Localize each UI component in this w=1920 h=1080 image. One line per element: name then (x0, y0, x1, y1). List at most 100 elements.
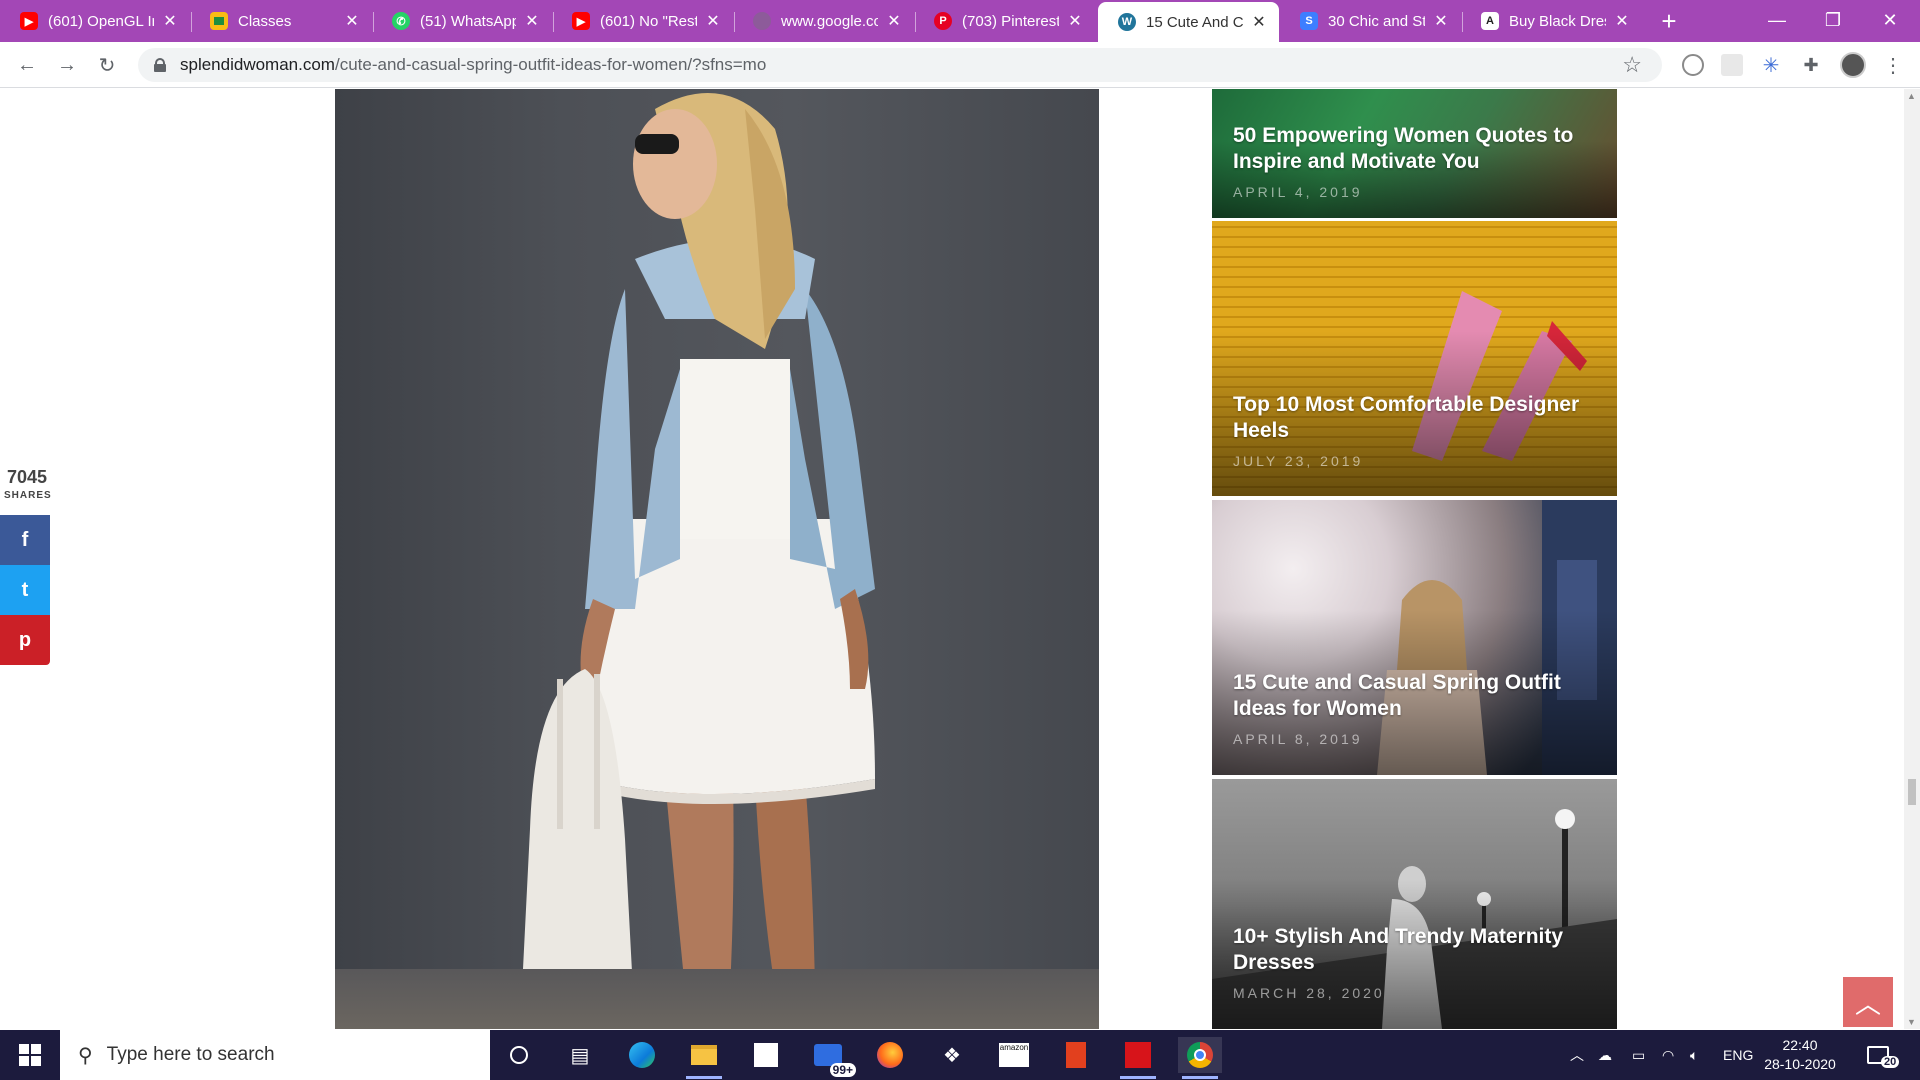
battery-icon[interactable]: ▭ (1632, 1030, 1645, 1080)
whatsapp-icon: ✆ (392, 12, 410, 30)
scroll-up-arrow[interactable]: ▲ (1907, 91, 1916, 101)
language-indicator[interactable]: ENG (1723, 1030, 1753, 1080)
dropbox-icon[interactable]: ❖ (930, 1037, 974, 1073)
wifi-icon[interactable]: ◠ (1662, 1030, 1674, 1080)
close-icon[interactable]: ✕ (1249, 12, 1269, 32)
page-content: 7045 SHARES f t p 50 Empowering Women Qu… (0, 89, 1904, 1029)
language-label: ENG (1723, 1047, 1754, 1063)
extension-icon[interactable]: ✳ (1760, 54, 1782, 77)
tab-9[interactable]: A Buy Black Dres ✕ (1461, 3, 1642, 39)
tab-7-active[interactable]: W 15 Cute And Ca ✕ (1098, 2, 1279, 42)
twitter-share-button[interactable]: t (0, 565, 50, 615)
tab-1[interactable]: ▶ (601) OpenGL In ✕ (0, 3, 190, 39)
close-icon[interactable]: ✕ (160, 11, 180, 31)
back-button[interactable]: ← (12, 50, 42, 80)
notification-badge: 20 (1881, 1056, 1900, 1068)
post-title[interactable]: 50 Empowering Women Quotes to Inspire an… (1233, 123, 1593, 175)
facebook-share-button[interactable]: f (0, 515, 50, 565)
close-icon[interactable]: ✕ (522, 11, 542, 31)
taskbar-clock[interactable]: 22:40 28-10-2020 (1760, 1036, 1840, 1074)
tab-title: (601) No "Rest (600, 12, 697, 30)
scrollbar-thumb[interactable] (1908, 779, 1916, 805)
show-hidden-icons-button[interactable]: ︿ (1570, 1030, 1584, 1080)
edge-icon[interactable] (620, 1037, 664, 1073)
clock-date: 28-10-2020 (1764, 1056, 1836, 1072)
profile-avatar[interactable] (1840, 52, 1866, 78)
tab-6[interactable]: P (703) Pinterest ✕ (914, 3, 1095, 39)
menu-icon[interactable]: ⋮ (1882, 54, 1904, 77)
minimize-button[interactable]: — (1749, 0, 1805, 40)
tab-3[interactable]: ✆ (51) WhatsApp ✕ (372, 3, 552, 39)
google-classroom-icon (210, 12, 228, 30)
amazon-icon[interactable]: amazon (992, 1037, 1036, 1073)
file-explorer-icon[interactable] (682, 1037, 726, 1079)
tab-2[interactable]: Classes ✕ (190, 3, 372, 39)
post-date: APRIL 8, 2019 (1233, 731, 1363, 747)
url-host: splendidwoman.com (180, 55, 335, 74)
extension-icon[interactable] (1721, 54, 1743, 76)
post-title[interactable]: Top 10 Most Comfortable Designer Heels (1233, 392, 1593, 444)
sidebar-post-card[interactable]: 50 Empowering Women Quotes to Inspire an… (1212, 89, 1617, 218)
s-site-icon: S (1300, 12, 1318, 30)
sidebar-post-card[interactable]: 10+ Stylish And Trendy Maternity Dresses… (1212, 779, 1617, 1029)
tab-title: Buy Black Dres (1509, 12, 1606, 30)
post-title[interactable]: 10+ Stylish And Trendy Maternity Dresses (1233, 924, 1593, 976)
chrome-icon[interactable] (1178, 1037, 1222, 1079)
tab-title: (703) Pinterest (962, 12, 1059, 30)
sidebar-post-card[interactable]: Top 10 Most Comfortable Designer Heels J… (1212, 221, 1617, 496)
tab-title: (51) WhatsApp (420, 12, 516, 30)
extension-icon[interactable] (1682, 54, 1704, 76)
windows-taskbar: ⚲ Type here to search ▤ 99+ ❖ amazon ︿ ☁… (0, 1030, 1920, 1080)
task-view-icon[interactable]: ▤ (558, 1037, 602, 1073)
office-icon[interactable] (1054, 1037, 1098, 1073)
bookmark-star-icon[interactable]: ☆ (1622, 52, 1642, 78)
page-scrollbar[interactable]: ▲ ▼ (1904, 89, 1920, 1029)
pinterest-icon: p (18, 628, 32, 651)
close-icon[interactable]: ✕ (1612, 11, 1632, 31)
sidebar-post-card[interactable]: 15 Cute and Casual Spring Outfit Ideas f… (1212, 500, 1617, 775)
search-placeholder: Type here to search (106, 1044, 275, 1065)
close-icon[interactable]: ✕ (1065, 11, 1085, 31)
new-tab-button[interactable]: + (1655, 5, 1683, 37)
windows-start-button[interactable] (0, 1030, 60, 1080)
tab-title: 15 Cute And Ca (1146, 13, 1243, 31)
scroll-down-arrow[interactable]: ▼ (1907, 1017, 1916, 1027)
youtube-icon: ▶ (572, 12, 590, 30)
close-icon[interactable]: ✕ (1431, 11, 1451, 31)
close-icon[interactable]: ✕ (342, 11, 362, 31)
search-icon: ⚲ (78, 1044, 93, 1067)
ground (335, 969, 1099, 1029)
forward-button[interactable]: → (52, 50, 82, 80)
close-window-button[interactable]: ✕ (1862, 0, 1918, 40)
mail-icon[interactable]: 99+ (806, 1037, 856, 1077)
volume-icon[interactable]: 🔈︎ (1690, 1030, 1698, 1080)
post-title[interactable]: 15 Cute and Casual Spring Outfit Ideas f… (1233, 670, 1593, 722)
wordpress-icon: W (1118, 13, 1136, 31)
firefox-icon[interactable] (868, 1037, 912, 1073)
store-icon[interactable] (744, 1037, 788, 1073)
taskbar-search-box[interactable]: ⚲ Type here to search (60, 1030, 490, 1080)
address-bar[interactable]: splendidwoman.com/cute-and-casual-spring… (138, 48, 1662, 82)
cortana-icon[interactable] (497, 1037, 541, 1073)
post-date: APRIL 4, 2019 (1233, 184, 1363, 200)
tab-strip: ▶ (601) OpenGL In ✕ Classes ✕ ✆ (51) Wha… (0, 0, 1920, 42)
close-icon[interactable]: ✕ (884, 11, 904, 31)
acrobat-icon[interactable] (1116, 1037, 1160, 1079)
tab-4[interactable]: ▶ (601) No "Rest ✕ (552, 3, 733, 39)
share-count: 7045 SHARES (4, 467, 51, 501)
restore-button[interactable]: ❐ (1805, 0, 1861, 40)
pinterest-icon: P (934, 12, 952, 30)
tab-title: 30 Chic and Sty (1328, 12, 1425, 30)
reload-button[interactable]: ↻ (92, 50, 122, 80)
notification-center-button[interactable]: 20 (1867, 1030, 1900, 1080)
tab-5[interactable]: www.google.co ✕ (733, 3, 914, 39)
pinterest-share-button[interactable]: p (0, 615, 50, 665)
tab-8[interactable]: S 30 Chic and Sty ✕ (1280, 3, 1461, 39)
mail-badge: 99+ (829, 1063, 856, 1077)
puzzle-icon[interactable]: ✚ (1800, 54, 1822, 76)
clock-time: 22:40 (1782, 1037, 1818, 1053)
close-icon[interactable]: ✕ (703, 11, 723, 31)
onedrive-icon[interactable]: ☁ (1598, 1030, 1612, 1080)
a-site-icon: A (1481, 12, 1499, 30)
back-to-top-button[interactable]: ︿ (1843, 977, 1893, 1027)
